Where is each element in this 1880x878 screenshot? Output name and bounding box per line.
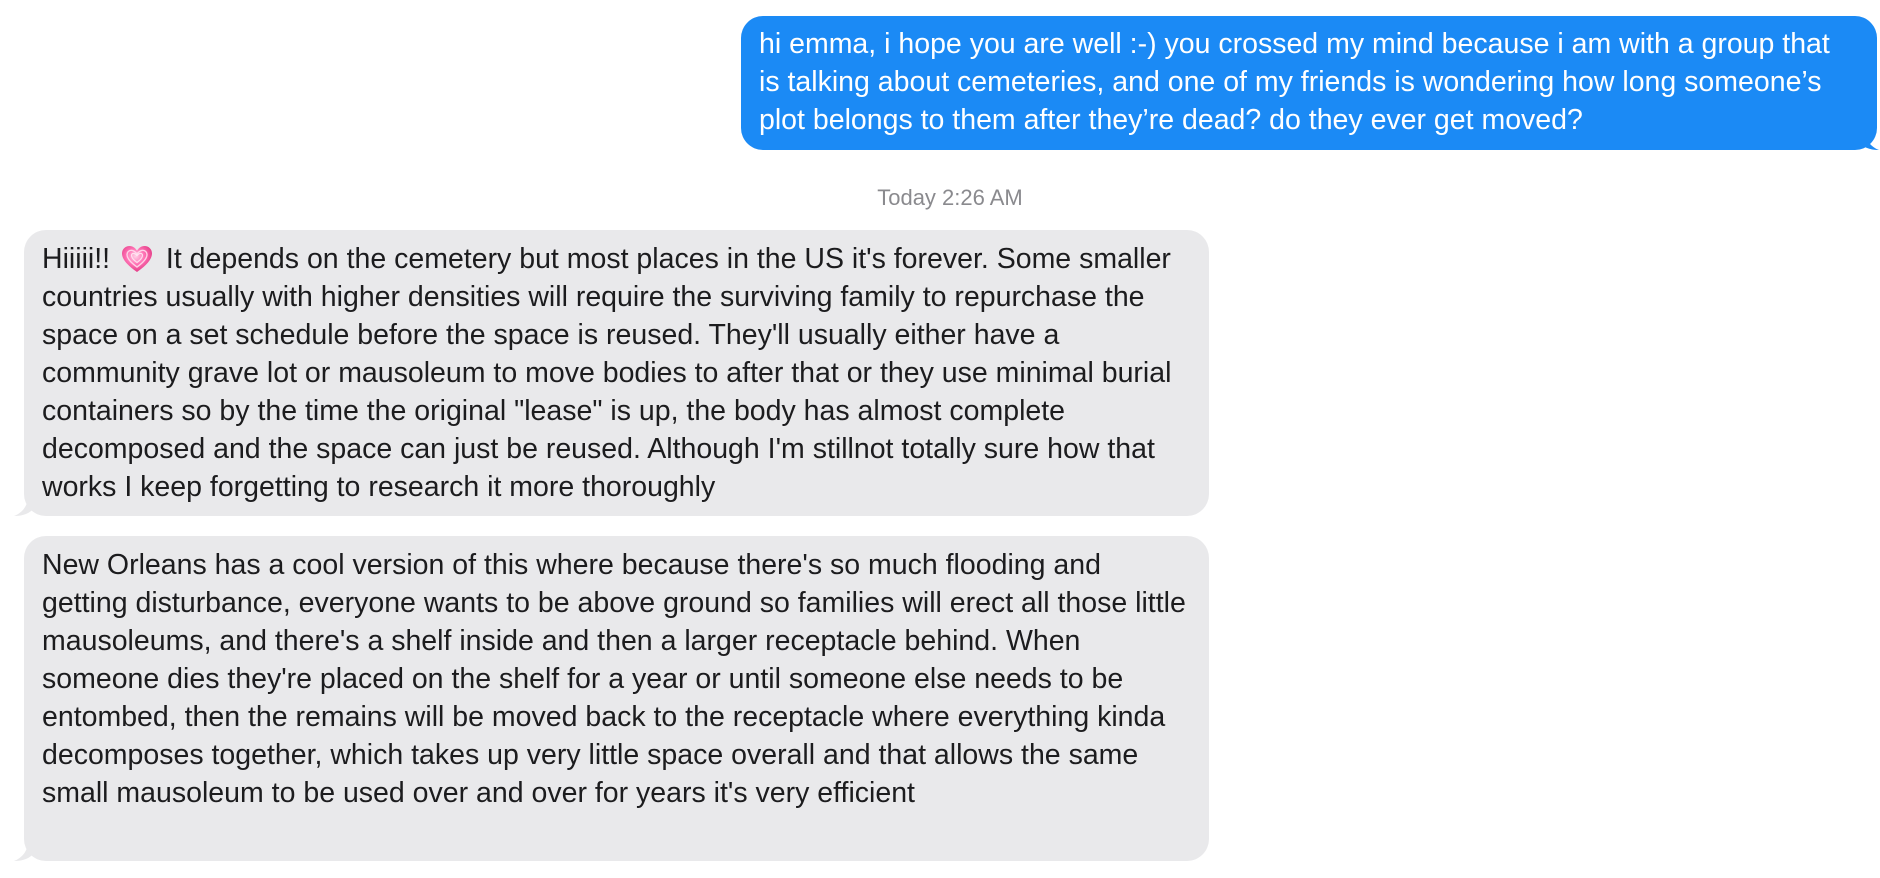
bubble-tail-icon (14, 841, 34, 861)
sent-message-text: hi emma, i hope you are well :-) you cro… (759, 28, 1830, 136)
sparkling-heart-icon (122, 246, 152, 272)
received-message-bubble[interactable]: Hiiiii!! It depends on the cemetery but … (14, 230, 1209, 516)
received-message-greeting: Hiiiii!! (42, 243, 111, 275)
message-thread: hi emma, i hope you are well :-) you cro… (0, 0, 1880, 878)
sent-message-bubble[interactable]: hi emma, i hope you are well :-) you cro… (741, 16, 1879, 150)
bubble-tail-icon (14, 496, 34, 516)
message-timestamp: Today 2:26 AM (877, 185, 1023, 210)
bubble-tail-icon (1859, 130, 1879, 150)
received-message-text: New Orleans has a cool version of this w… (42, 549, 1186, 809)
received-message-text: It depends on the cemetery but most plac… (42, 243, 1172, 503)
received-message-bubble[interactable]: New Orleans has a cool version of this w… (14, 536, 1209, 861)
